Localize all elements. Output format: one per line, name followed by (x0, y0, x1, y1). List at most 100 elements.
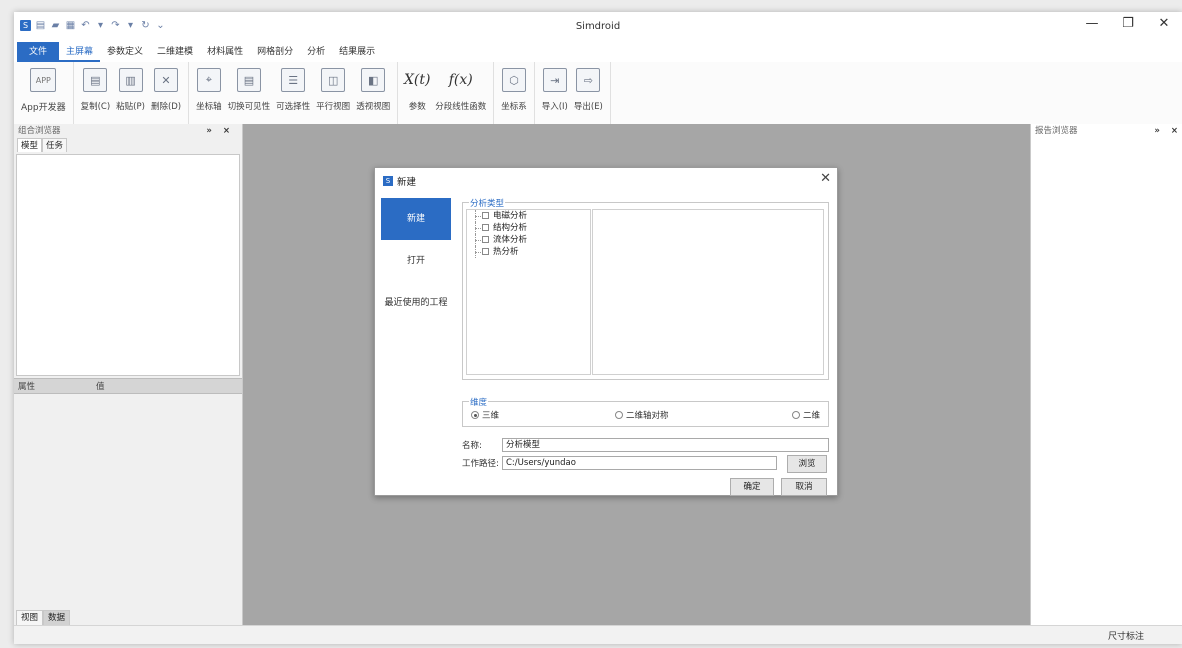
piecewise-function-button[interactable]: f(x) 分段线性函数 (432, 62, 489, 112)
dialog-title-bar: S 新建 (383, 174, 416, 188)
radio-2d-axisymmetric-label: 二维轴对称 (626, 411, 669, 421)
paste-label: 粘贴(P) (116, 102, 145, 112)
checkbox-icon[interactable] (482, 224, 489, 231)
close-icon[interactable]: × (1171, 126, 1182, 136)
piecewise-function-label: 分段线性函数 (435, 102, 487, 112)
new-project-dialog: S 新建 ✕ 新建 打开 最近使用的工程 分析类型 电磁分析 结构分析 流体分析… (374, 167, 838, 496)
tab-task[interactable]: 任务 (42, 138, 68, 152)
tab-data[interactable]: 数据 (43, 610, 71, 626)
radio-3d[interactable]: 三维 (471, 409, 499, 421)
ok-button[interactable]: 确定 (730, 478, 774, 496)
name-label: 名称: (462, 441, 482, 451)
expand-icon[interactable]: » (1154, 126, 1164, 136)
analysis-item-structural[interactable]: 结构分析 (467, 222, 590, 234)
nav-new[interactable]: 新建 (381, 198, 451, 240)
menu-mesh[interactable]: 网格剖分 (250, 42, 300, 62)
ribbon-group-edit: ▤ 复制(C) ▥ 粘贴(P) ✕ 删除(D) (74, 62, 190, 124)
property-header: 属性 值 (14, 378, 242, 394)
menu-home[interactable]: 主屏幕 (59, 42, 101, 62)
param-icon: X(t) (403, 72, 431, 88)
analysis-type-tree: 电磁分析 结构分析 流体分析 热分析 (466, 209, 591, 375)
dialog-nav: 新建 打开 最近使用的工程 (381, 198, 451, 443)
analysis-item-electromagnetic[interactable]: 电磁分析 (467, 210, 590, 222)
checkbox-icon[interactable] (482, 248, 489, 255)
radio-unselected-icon[interactable] (791, 411, 800, 419)
path-row: 工作路径: C:/Users/yundao (462, 456, 777, 470)
radio-unselected-icon[interactable] (615, 411, 623, 419)
name-input[interactable]: 分析模型 (502, 438, 829, 452)
import-button[interactable]: ⇥ 导入(I) (539, 62, 571, 112)
panel-controls: » × (206, 124, 234, 138)
restore-button[interactable]: ❐ (1110, 16, 1146, 31)
paste-icon: ▥ (118, 68, 143, 92)
paste-button[interactable]: ▥ 粘贴(P) (113, 62, 148, 112)
dialog-title: 新建 (397, 177, 417, 188)
expand-icon[interactable]: » (206, 126, 216, 136)
value-column-header[interactable]: 值 (96, 380, 105, 392)
status-bar: 尺寸标注 (14, 625, 1182, 644)
app-developer-button[interactable]: APP App开发器 (18, 62, 69, 113)
report-browser-panel: 报告浏览器 » × (1030, 124, 1182, 626)
report-browser-title: 报告浏览器 (1035, 126, 1078, 136)
report-browser-header: 报告浏览器 » × (1031, 124, 1182, 138)
menu-parameters[interactable]: 参数定义 (100, 42, 150, 62)
ribbon-group-io: ⇥ 导入(I) ⇨ 导出(E) (535, 62, 611, 124)
tab-view[interactable]: 视图 (16, 610, 44, 626)
selectability-label: 可选择性 (276, 102, 311, 112)
menu-file[interactable]: 文件 (17, 42, 60, 62)
model-tree[interactable] (16, 154, 240, 376)
perspective-view-button[interactable]: ◧ 透视视图 (353, 62, 393, 112)
ribbon-group-view: ⌖ 坐标轴 ▤ 切换可见性 ☰ 可选择性 ◫ 平行视图 ◧ 透视视图 (189, 62, 399, 124)
delete-button[interactable]: ✕ 删除(D) (148, 62, 184, 112)
menu-analysis[interactable]: 分析 (300, 42, 332, 62)
property-grid[interactable] (14, 394, 242, 610)
tab-model[interactable]: 模型 (17, 138, 43, 152)
radio-2d[interactable]: 二维 (791, 409, 820, 421)
ribbon: APP App开发器 ▤ 复制(C) ▥ 粘贴(P) ✕ 删除(D) ⌖ 坐标轴 (14, 62, 1182, 125)
menu-results[interactable]: 结果展示 (332, 42, 382, 62)
path-input[interactable]: C:/Users/yundao (502, 456, 777, 470)
import-icon: ⇥ (542, 68, 567, 92)
toggle-visibility-button[interactable]: ▤ 切换可见性 (225, 62, 274, 112)
minimize-button[interactable]: — (1074, 16, 1110, 31)
menu-material[interactable]: 材料属性 (200, 42, 250, 62)
axis-button[interactable]: ⌖ 坐标轴 (193, 62, 225, 112)
checkbox-icon[interactable] (482, 236, 489, 243)
nav-recent-projects[interactable]: 最近使用的工程 (381, 282, 451, 324)
browse-button[interactable]: 浏览 (787, 455, 827, 473)
coordinate-system-button[interactable]: ⬡ 坐标系 (498, 62, 530, 112)
analysis-item-label: 流体分析 (493, 235, 528, 245)
nav-open[interactable]: 打开 (381, 240, 451, 282)
export-label: 导出(E) (573, 102, 603, 112)
radio-selected-icon[interactable] (471, 411, 479, 419)
combo-browser-tabs: 模型 任务 (14, 138, 242, 152)
dialog-close-icon[interactable]: ✕ (820, 171, 831, 186)
analysis-item-thermal[interactable]: 热分析 (467, 246, 590, 258)
app-icon: APP (30, 68, 57, 92)
parallel-view-button[interactable]: ◫ 平行视图 (313, 62, 353, 112)
param-button[interactable]: X(t) 参数 (402, 62, 432, 112)
parallel-view-label: 平行视图 (316, 102, 351, 112)
cube-icon: ⬡ (501, 68, 526, 92)
radio-2d-axisymmetric[interactable]: 二维轴对称 (615, 409, 669, 421)
name-row: 名称: 分析模型 (462, 438, 829, 452)
export-icon: ⇨ (576, 68, 601, 92)
export-button[interactable]: ⇨ 导出(E) (571, 62, 606, 112)
menu-2d-modeling[interactable]: 二维建模 (150, 42, 200, 62)
cancel-button[interactable]: 取消 (781, 478, 827, 496)
close-icon[interactable]: × (223, 126, 234, 136)
checkbox-icon[interactable] (482, 212, 489, 219)
app-logo-icon: S (383, 176, 393, 186)
close-button[interactable]: ✕ (1146, 16, 1182, 31)
property-column-header[interactable]: 属性 (18, 380, 35, 392)
axis-icon: ⌖ (196, 68, 221, 92)
combo-browser-header: 组合浏览器 » × (14, 124, 242, 138)
selectability-button[interactable]: ☰ 可选择性 (273, 62, 313, 112)
copy-button[interactable]: ▤ 复制(C) (78, 62, 114, 112)
bottom-tabs: 视图 数据 (16, 610, 71, 626)
analysis-type-group: 分析类型 电磁分析 结构分析 流体分析 热分析 (462, 197, 829, 380)
ribbon-group-app: APP App开发器 (14, 62, 74, 124)
status-text: 尺寸标注 (1107, 632, 1144, 642)
dimension-legend: 维度 (469, 396, 489, 408)
analysis-item-fluid[interactable]: 流体分析 (467, 234, 590, 246)
